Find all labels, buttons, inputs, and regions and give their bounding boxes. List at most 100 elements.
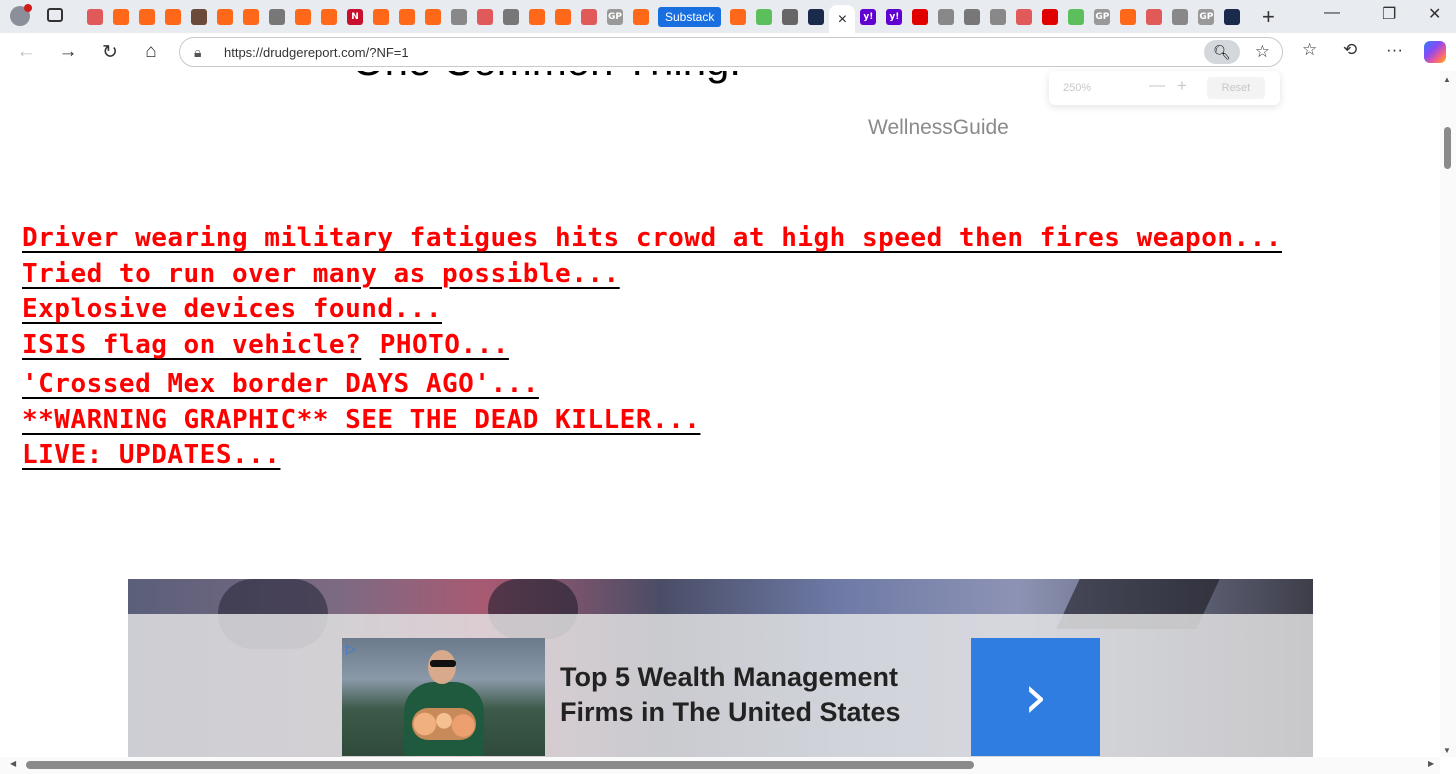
back-button[interactable]: ← [13,39,39,65]
forward-button[interactable]: → [55,39,81,65]
browser-tab[interactable]: GP [1089,5,1115,29]
bottom-ad-title[interactable]: Top 5 Wealth Management Firms in The Uni… [560,660,950,730]
favorite-star-icon[interactable]: ☆ [1255,42,1270,62]
substack-icon [113,9,129,25]
browser-tab[interactable] [1011,5,1037,29]
zoom-reset-button[interactable]: Reset [1207,77,1265,99]
minimize-button[interactable]: — [1324,4,1340,22]
browser-tab[interactable] [1167,5,1193,29]
browser-tab[interactable] [550,5,576,29]
profile-avatar[interactable] [10,4,32,26]
play-icon [756,9,773,25]
play-icon [1068,9,1085,25]
tab-substack[interactable]: Substack [658,7,722,27]
home-button[interactable]: ⌂ [138,39,164,65]
browser-tab[interactable] [498,5,524,29]
browser-tab[interactable] [907,5,933,29]
browser-tab[interactable]: N [342,5,368,29]
browser-tab[interactable] [777,5,803,29]
reload-button[interactable]: ↻ [97,39,123,65]
browser-tab[interactable] [472,5,498,29]
browser-tab[interactable] [160,5,186,29]
yahoo-icon: y! [860,9,877,25]
browser-tab[interactable] [212,5,238,29]
browser-tab[interactable] [1141,5,1167,29]
browser-tab[interactable]: GP [602,5,628,29]
scroll-up-icon[interactable]: ▲ [1443,75,1451,84]
tab-actions-icon[interactable] [47,8,63,22]
sponsored-ad-source[interactable]: WellnessGuide [868,116,1009,140]
horizontal-scrollbar[interactable]: ◀ ▶ [0,757,1440,774]
adchoices-icon[interactable]: ▷ [346,642,362,658]
browser-tab[interactable] [1037,5,1063,29]
headline-link[interactable]: 'Crossed Mex border DAYS AGO'... [22,367,1282,403]
more-menu-icon[interactable]: ··· [1386,40,1403,60]
browser-tab[interactable]: y! [881,5,907,29]
scroll-right-icon[interactable]: ▶ [1428,759,1434,768]
ad-arrow-button[interactable]: › [971,638,1100,756]
close-window-button[interactable]: ✕ [1428,4,1441,24]
browser-tab[interactable] [576,5,602,29]
browser-tab[interactable] [751,5,777,29]
browser-tab[interactable] [725,5,751,29]
browser-tab[interactable] [290,5,316,29]
browser-tab[interactable] [316,5,342,29]
browser-tab[interactable] [524,5,550,29]
browser-tab[interactable] [985,5,1011,29]
headline-photo-link[interactable]: PHOTO... [380,330,509,360]
zoom-icon[interactable]: 🔍︎ [1204,40,1240,64]
browser-tab[interactable] [959,5,985,29]
address-bar[interactable]: 🔒︎ https://drudgereport.com/?NF=1 🔍︎ ☆ [179,37,1283,67]
headline-link[interactable]: Explosive devices found... [22,292,1282,328]
browser-tab[interactable] [420,5,446,29]
substack-icon [217,9,233,25]
zoom-in-button[interactable]: + [1177,76,1187,96]
browser-tab[interactable] [264,5,290,29]
browser-tab[interactable] [238,5,264,29]
new-tab-button[interactable]: + [1262,4,1275,30]
audio-icon [451,9,467,25]
gp-icon: GP [607,9,623,25]
browser-tab[interactable] [108,5,134,29]
scroll-left-icon[interactable]: ◀ [10,759,16,768]
fox-icon [1224,9,1241,25]
browser-tab[interactable] [1115,5,1141,29]
restore-button[interactable]: ❐ [1382,4,1396,24]
headline-link[interactable]: ISIS flag on vehicle? [22,330,361,360]
browser-tab[interactable] [1063,5,1089,29]
history-icon[interactable]: ⟲ [1343,40,1357,60]
browser-tab[interactable] [134,5,160,29]
browser-tab[interactable]: GP [1193,5,1219,29]
scroll-down-icon[interactable]: ▼ [1443,746,1451,755]
browser-tab[interactable] [628,5,654,29]
browser-tab[interactable] [933,5,959,29]
browser-tab[interactable] [186,5,212,29]
browser-tab[interactable] [368,5,394,29]
search-icon [782,9,799,25]
browser-toolbar: ← → ↻ ⌂ 🔒︎ https://drudgereport.com/?NF=… [0,33,1456,72]
close-tab-icon[interactable]: × [829,5,856,35]
browser-tab[interactable] [394,5,420,29]
youtube-icon [1042,9,1059,25]
zoom-out-button[interactable]: — [1149,77,1165,95]
substack-icon [139,9,155,25]
news-photo[interactable]: ▷ Top 5 Wealth Management Firms in The U… [128,579,1313,757]
vertical-scroll-thumb[interactable] [1444,127,1451,169]
headline-link[interactable]: **WARNING GRAPHIC** SEE THE DEAD KILLER.… [22,403,1282,439]
headline-link[interactable]: Tried to run over many as possible... [22,257,1282,293]
ad-image[interactable]: ▷ [342,638,545,756]
favorites-icon[interactable]: ☆ [1302,40,1317,60]
vertical-scrollbar[interactable]: ▲ ▼ [1440,71,1456,757]
browser-tab[interactable] [446,5,472,29]
sponsored-ad-title[interactable]: One Common Thing! [352,71,741,85]
horizontal-scroll-thumb[interactable] [26,761,974,769]
browser-tab[interactable]: y! [855,5,881,29]
url-text[interactable]: https://drudgereport.com/?NF=1 [224,45,409,60]
browser-tab[interactable] [803,5,829,29]
lock-icon[interactable]: 🔒︎ [194,44,201,61]
browser-tab[interactable] [1219,5,1245,29]
headline-link[interactable]: Driver wearing military fatigues hits cr… [22,221,1282,257]
headline-link[interactable]: LIVE: UPDATES... [22,438,1282,474]
browser-tab[interactable] [82,5,108,29]
copilot-icon[interactable] [1424,41,1446,63]
